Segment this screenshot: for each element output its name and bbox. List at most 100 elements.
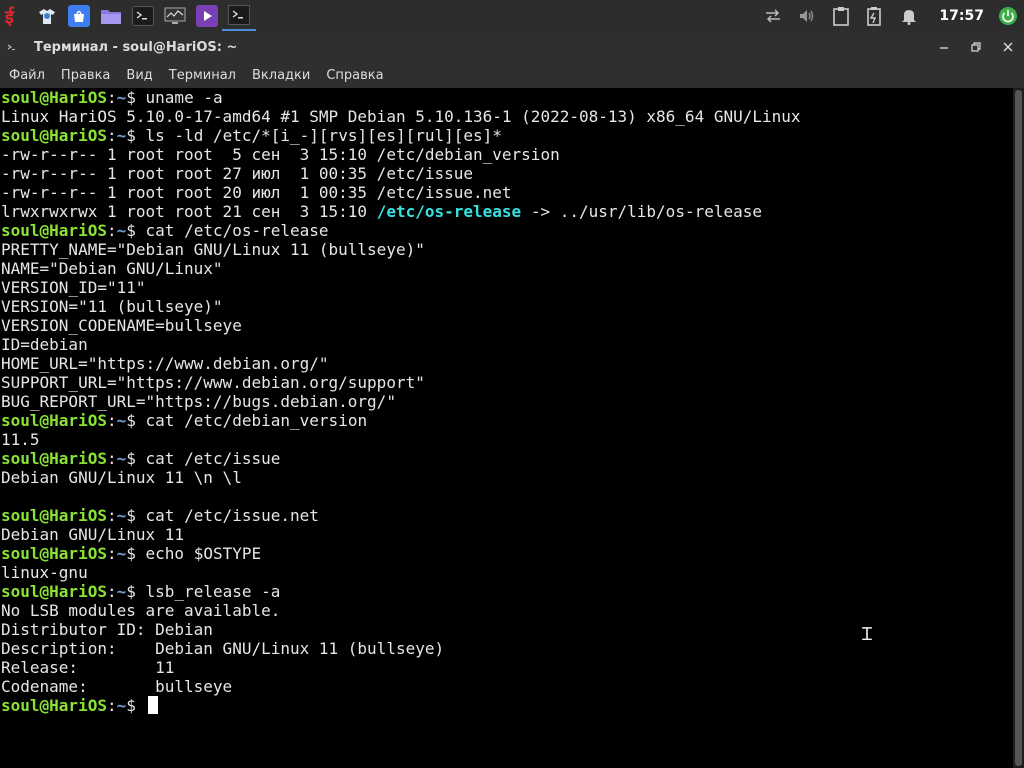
maximize-button[interactable] <box>960 32 992 62</box>
menu-terminal[interactable]: Терминал <box>161 68 244 83</box>
window-icon <box>7 40 21 52</box>
prompt-sign: $ <box>126 506 136 525</box>
output-text: Description: Debian GNU/Linux 11 (bullse… <box>1 639 445 658</box>
prompt-user: soul@HariOS <box>1 88 107 107</box>
command-text: lsb_release -a <box>145 582 281 601</box>
menu-view[interactable]: Вид <box>118 68 160 83</box>
prompt-user: soul@HariOS <box>1 696 107 715</box>
output-line: HOME_URL="https://www.debian.org/" <box>1 354 801 373</box>
menu-help[interactable]: Справка <box>318 68 391 83</box>
prompt-user: soul@HariOS <box>1 411 107 430</box>
prompt-path: ~ <box>116 411 127 430</box>
monitor-icon[interactable] <box>164 5 186 27</box>
prompt-line: soul@HariOS:~$ cat /etc/issue <box>1 449 801 468</box>
output-text: VERSION="11 (bullseye)" <box>1 297 223 316</box>
command-text: ls -ld /etc/*[i_-][rvs][es][rul][es]* <box>145 126 502 145</box>
output-text: HOME_URL="https://www.debian.org/" <box>1 354 329 373</box>
output-text: lrwxrwxrwx 1 root root 21 сен 3 15:10 <box>1 202 377 221</box>
output-text: Debian GNU/Linux 11 <box>1 525 185 544</box>
top-panel: ई 17:57 <box>0 0 1024 32</box>
output-text: VERSION_ID="11" <box>1 278 146 297</box>
terminal-task-icon[interactable] <box>222 1 256 31</box>
prompt-path: ~ <box>116 696 127 715</box>
menu-bar: Файл Правка Вид Терминал Вкладки Справка <box>0 62 1024 88</box>
terminal-output[interactable]: soul@HariOS:~$ uname -a Linux HariOS 5.10… <box>0 88 1013 768</box>
output-line: Distributor ID: Debian <box>1 620 801 639</box>
output-text: Codename: bullseye <box>1 677 233 696</box>
prompt-separator: : <box>106 696 117 715</box>
prompt-sign: $ <box>126 544 136 563</box>
output-text: BUG_REPORT_URL="https://bugs.debian.org/… <box>1 392 396 411</box>
symlink-name: /etc/os-release <box>376 202 522 221</box>
prompt-user: soul@HariOS <box>1 582 107 601</box>
output-text: PRETTY_NAME="Debian GNU/Linux 11 (bullse… <box>1 240 425 259</box>
output-text: -rw-r--r-- 1 root root 20 июл 1 00:35 /e… <box>1 183 512 202</box>
prompt-line: soul@HariOS:~$ cat /etc/issue.net <box>1 506 801 525</box>
prompt-separator: : <box>106 544 117 563</box>
output-line: Release: 11 <box>1 658 801 677</box>
clock[interactable]: 17:57 <box>939 8 984 24</box>
notifications-icon[interactable] <box>899 6 919 26</box>
terminal-icon[interactable] <box>132 6 154 26</box>
window-titlebar[interactable]: Терминал - soul@HariOS: ~ <box>0 32 1024 62</box>
prompt-path: ~ <box>116 544 127 563</box>
prompt-line: soul@HariOS:~$ <box>1 696 801 715</box>
session-icon[interactable] <box>998 6 1018 26</box>
prompt-separator: : <box>106 126 117 145</box>
output-line: VERSION_CODENAME=bullseye <box>1 316 801 335</box>
prompt-user: soul@HariOS <box>1 506 107 525</box>
store-icon[interactable] <box>68 5 90 27</box>
output-text: VERSION_CODENAME=bullseye <box>1 316 242 335</box>
prompt-path: ~ <box>116 88 127 107</box>
prompt-separator: : <box>106 411 117 430</box>
command-text: uname -a <box>145 88 223 107</box>
command-text: cat /etc/os-release <box>145 221 329 240</box>
prompt-sign: $ <box>126 582 136 601</box>
menu-tabs[interactable]: Вкладки <box>244 68 318 83</box>
prompt-sign: $ <box>126 696 136 715</box>
window-title: Терминал - soul@HariOS: ~ <box>34 39 238 55</box>
output-line: Debian GNU/Linux 11 <box>1 525 801 544</box>
minimize-button[interactable] <box>928 32 960 62</box>
output-text: 11.5 <box>1 430 40 449</box>
output-line: lrwxrwxrwx 1 root root 21 сен 3 15:10 /e… <box>1 202 801 221</box>
output-line: -rw-r--r-- 1 root root 27 июл 1 00:35 /e… <box>1 164 801 183</box>
output-line: No LSB modules are available. <box>1 601 801 620</box>
output-line: SUPPORT_URL="https://www.debian.org/supp… <box>1 373 801 392</box>
files-icon[interactable] <box>100 5 122 27</box>
output-text: linux-gnu <box>1 563 88 582</box>
volume-icon[interactable] <box>797 6 817 26</box>
prompt-sign: $ <box>126 221 136 240</box>
output-text: Release: 11 <box>1 658 175 677</box>
output-line: Description: Debian GNU/Linux 11 (bullse… <box>1 639 801 658</box>
close-button[interactable] <box>992 32 1024 62</box>
scrollbar-thumb[interactable] <box>1015 90 1022 766</box>
prompt-separator: : <box>106 221 117 240</box>
clipboard-icon[interactable] <box>831 6 851 26</box>
prompt-path: ~ <box>116 449 127 468</box>
prompt-path: ~ <box>116 582 127 601</box>
output-line: VERSION="11 (bullseye)" <box>1 297 801 316</box>
prompt-sign: $ <box>126 411 136 430</box>
output-text: ID=debian <box>1 335 88 354</box>
output-text: -> ../usr/lib/os-release <box>521 202 763 221</box>
terminal-lines: soul@HariOS:~$ uname -a Linux HariOS 5.10… <box>1 88 801 715</box>
output-line: BUG_REPORT_URL="https://bugs.debian.org/… <box>1 392 801 411</box>
battery-icon[interactable] <box>865 6 885 26</box>
prompt-line: soul@HariOS:~$ uname -a <box>1 88 801 107</box>
prompt-line: soul@HariOS:~$ ls -ld /etc/*[i_-][rvs][e… <box>1 126 801 145</box>
output-line: ID=debian <box>1 335 801 354</box>
terminal-scrollbar[interactable] <box>1013 88 1024 768</box>
media-player-icon[interactable] <box>196 5 218 27</box>
menu-file[interactable]: Файл <box>0 68 53 83</box>
menu-edit[interactable]: Правка <box>53 68 118 83</box>
app-menu-icon[interactable]: ई <box>4 5 26 27</box>
browser-icon[interactable] <box>36 5 58 27</box>
prompt-user: soul@HariOS <box>1 126 107 145</box>
network-icon[interactable] <box>763 6 783 26</box>
output-line: -rw-r--r-- 1 root root 20 июл 1 00:35 /e… <box>1 183 801 202</box>
prompt-line: soul@HariOS:~$ echo $OSTYPE <box>1 544 801 563</box>
prompt-user: soul@HariOS <box>1 221 107 240</box>
output-text: Debian GNU/Linux 11 \n \l <box>1 468 242 487</box>
